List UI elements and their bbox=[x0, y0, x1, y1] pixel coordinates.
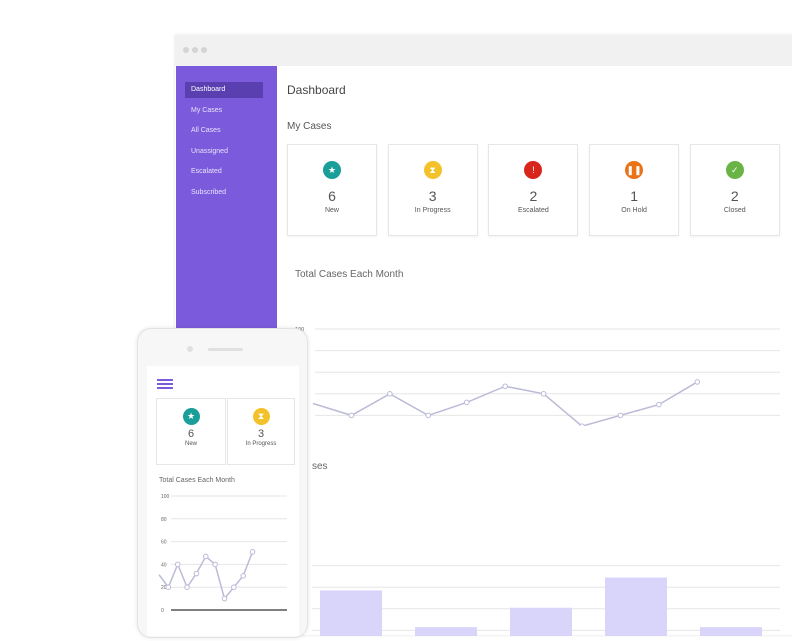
bar-chart-title: ses bbox=[312, 461, 328, 472]
mobile-device: ★ 6 New ⧗ 3 In Progress Total Cases Each Mont… bbox=[137, 328, 308, 638]
case-label: New bbox=[324, 207, 339, 214]
case-count: 6 bbox=[187, 428, 195, 440]
case-card-in-progress[interactable]: ⧗ 3 In Progress bbox=[387, 144, 478, 236]
data-point bbox=[174, 561, 181, 568]
star-icon: ★ bbox=[323, 161, 341, 179]
y-tick-label: 0 bbox=[161, 608, 164, 614]
data-point bbox=[221, 595, 228, 602]
data-point bbox=[184, 584, 190, 590]
data-point bbox=[212, 561, 218, 568]
sidebar-item-all-cases[interactable]: All Cases bbox=[185, 123, 263, 139]
y-tick-label: 40 bbox=[161, 562, 167, 568]
case-card-in-progress[interactable]: ⧗ 3 In Progress bbox=[227, 398, 295, 465]
bar bbox=[320, 590, 382, 636]
data-point bbox=[617, 412, 624, 419]
window-titlebar bbox=[175, 35, 792, 66]
case-count: 3 bbox=[257, 428, 265, 440]
bar bbox=[510, 607, 572, 636]
data-point bbox=[249, 549, 256, 555]
data-point bbox=[387, 391, 393, 397]
data-point bbox=[656, 401, 662, 408]
sidebar-item-unassigned[interactable]: Unassigned bbox=[185, 144, 263, 160]
data-point bbox=[193, 570, 200, 577]
case-card-escalated[interactable]: ! 2 Escalated bbox=[488, 144, 579, 236]
sidebar-item-dashboard[interactable]: Dashboard bbox=[185, 82, 263, 98]
exclamation-icon: ! bbox=[524, 161, 543, 179]
case-label: New bbox=[184, 441, 197, 447]
window-dot[interactable] bbox=[201, 47, 207, 53]
case-label: In Progress bbox=[414, 207, 451, 214]
case-label: On Hold bbox=[621, 207, 647, 214]
pause-icon: ❚❚ bbox=[625, 161, 644, 179]
line-chart-title: Total Cases Each Month bbox=[295, 269, 404, 280]
data-point bbox=[231, 584, 237, 590]
case-card-new[interactable]: ★ 6 New bbox=[156, 398, 226, 465]
case-card-closed[interactable]: ✓ 2 Closed bbox=[689, 144, 780, 236]
check-icon: ✓ bbox=[725, 161, 744, 179]
window-dot[interactable] bbox=[192, 47, 198, 53]
case-count: 2 bbox=[730, 188, 739, 204]
case-label: In Progress bbox=[245, 441, 277, 447]
line-chart: 020406080100NovDecJan2016FebMarAprMayJun… bbox=[295, 327, 780, 426]
section-title: My Cases bbox=[287, 121, 332, 132]
case-card-on-hold[interactable]: ❚❚ 1 On Hold bbox=[589, 144, 680, 236]
mobile-screen: ★ 6 New ⧗ 3 In Progress Total Cases Each Mont… bbox=[147, 366, 299, 636]
data-point bbox=[502, 383, 508, 390]
data-point bbox=[348, 412, 355, 419]
data-point bbox=[694, 379, 701, 385]
hourglass-icon: ⧗ bbox=[423, 161, 442, 179]
data-point bbox=[202, 553, 209, 560]
data-point bbox=[540, 391, 547, 397]
hamburger-menu-icon[interactable] bbox=[157, 379, 173, 391]
sidebar: Dashboard My Cases All Cases Unassigned Esca… bbox=[176, 66, 277, 366]
case-label: Escalated bbox=[518, 207, 549, 214]
phone-camera bbox=[187, 346, 193, 352]
case-card-new[interactable]: ★ 6 New bbox=[287, 144, 377, 236]
data-point bbox=[463, 399, 470, 406]
sidebar-item-subscribed[interactable]: Subscribed bbox=[185, 185, 263, 201]
bar bbox=[415, 627, 477, 636]
data-point bbox=[425, 412, 432, 419]
case-count: 2 bbox=[529, 188, 538, 204]
bar-chart: NewIn ProgressEscalatedOn HoldClosed bbox=[312, 565, 780, 636]
phone-speaker bbox=[208, 348, 243, 351]
main-content: Dashboard My Cases ★ 6 New ⧗ 3 In Progress! 2 E… bbox=[277, 66, 792, 636]
y-tick-label: 60 bbox=[161, 540, 167, 546]
sidebar-item-my-cases[interactable]: My Cases bbox=[185, 103, 263, 119]
mobile-line-chart: 020406080100 bbox=[158, 494, 287, 614]
page-title: Dashboard bbox=[287, 83, 346, 97]
data-point bbox=[579, 423, 585, 426]
case-label: Closed bbox=[723, 207, 746, 214]
hourglass-icon: ⧗ bbox=[252, 408, 270, 425]
window-dot[interactable] bbox=[183, 47, 189, 53]
mobile-chart-title: Total Cases Each Month bbox=[159, 477, 235, 484]
case-count: 3 bbox=[428, 188, 437, 204]
sidebar-item-escalated[interactable]: Escalated bbox=[185, 164, 263, 180]
y-tick-label: 100 bbox=[161, 494, 170, 500]
case-count: 6 bbox=[328, 188, 336, 204]
data-point bbox=[165, 584, 172, 590]
bar bbox=[700, 627, 762, 636]
bar bbox=[605, 577, 667, 636]
y-tick-label: 80 bbox=[161, 517, 167, 523]
data-point bbox=[240, 573, 246, 579]
case-count: 1 bbox=[630, 188, 638, 204]
star-icon: ★ bbox=[182, 408, 200, 425]
